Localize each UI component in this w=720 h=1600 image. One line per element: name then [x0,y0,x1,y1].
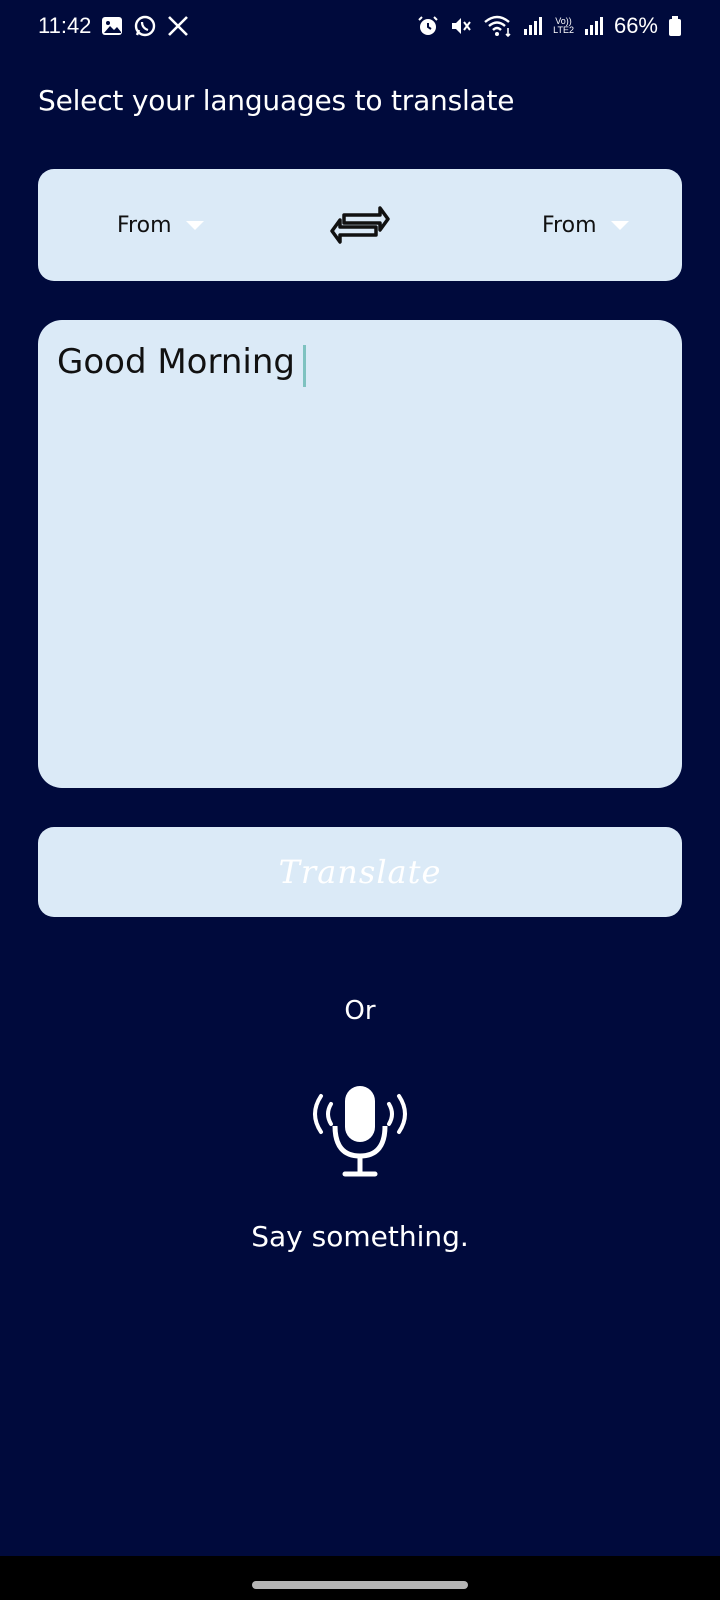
language-selector-card: From From [38,169,682,281]
volte-icon: Vo)) LTE2 [553,17,574,35]
home-gesture-handle[interactable] [252,1581,468,1589]
voice-prompt-label: Say something. [251,1220,469,1253]
battery-percent: 66% [613,13,658,38]
alarm-icon [417,15,439,37]
swap-arrows-icon [330,206,390,244]
navigation-bar [0,1556,720,1600]
status-time: 11:42 [38,13,92,38]
text-input-area[interactable]: Good Morning [38,320,682,788]
text-cursor [302,344,306,387]
swap-languages-button[interactable] [328,193,392,257]
from-language-label: From [117,212,172,238]
microphone-button[interactable] [300,1082,420,1182]
page-title: Select your languages to translate [38,84,515,117]
signal-icon [584,15,604,37]
microphone-icon [313,1086,407,1177]
or-label: Or [344,996,376,1026]
from-language-dropdown[interactable]: From [117,169,204,281]
volte-bottom-text: LTE2 [553,25,574,35]
x-icon [167,15,189,37]
status-right: Vo)) LTE2 66% [417,13,682,39]
signal-icon [523,15,543,37]
mute-icon [449,15,473,37]
status-bar: 11:42 Vo)) LTE2 66% [0,0,720,52]
gallery-icon [101,15,123,37]
chevron-down-icon [185,220,204,230]
chevron-down-icon [610,220,629,230]
translate-button[interactable]: Translate [38,827,682,917]
status-left: 11:42 [38,13,189,39]
to-language-label: From [542,212,597,238]
input-text-value[interactable]: Good Morning [57,342,295,382]
to-language-dropdown[interactable]: From [542,169,629,281]
battery-icon [668,15,682,37]
wifi-icon [483,14,513,38]
whatsapp-icon [133,14,157,38]
